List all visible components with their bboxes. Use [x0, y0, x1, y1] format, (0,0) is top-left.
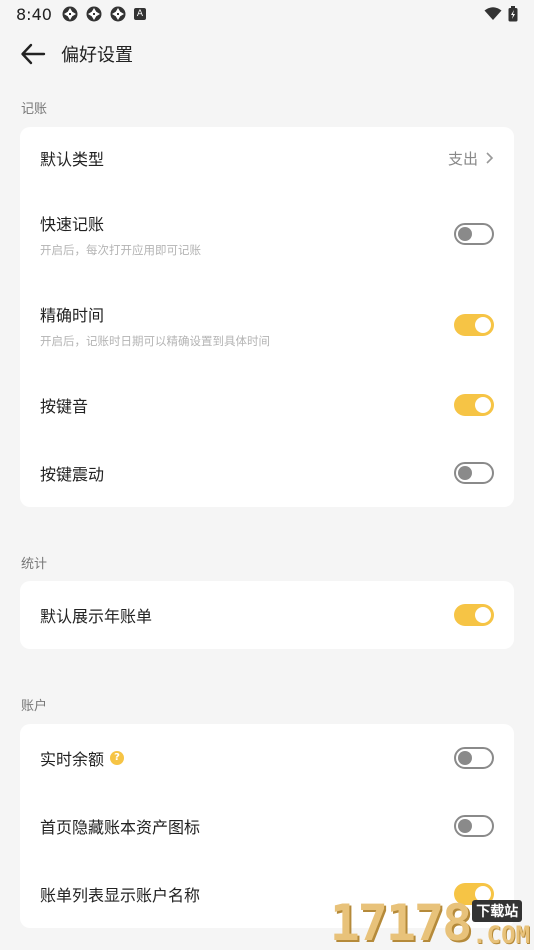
- status-bar: 8:40 A: [0, 0, 534, 28]
- row-title: 账单列表显示账户名称: [40, 886, 201, 905]
- row-title: 按键震动: [40, 465, 105, 484]
- wifi-icon: [484, 7, 502, 20]
- a-badge-icon: A: [133, 8, 146, 20]
- aperture-icon: [62, 6, 78, 22]
- toggle-realtime-balance[interactable]: [454, 747, 494, 769]
- page-title: 偏好设置: [61, 45, 133, 66]
- aperture-icon: [110, 6, 126, 22]
- toggle-key-vibration[interactable]: [454, 462, 494, 484]
- row-key-vibration: 按键震动: [20, 439, 514, 507]
- toggle-hide-asset-icon[interactable]: [454, 815, 494, 837]
- row-hide-asset-icon: 首页隐藏账本资产图标: [20, 792, 514, 860]
- row-key-sound: 按键音: [20, 371, 514, 439]
- card-bookkeeping: 默认类型 支出 快速记账 开启后，每次打开应用即可记账 精确时间 开启后，记账时…: [20, 127, 514, 507]
- arrow-left-icon: [21, 43, 46, 65]
- toggle-precise-time[interactable]: [454, 314, 494, 336]
- back-button[interactable]: [18, 39, 48, 69]
- section-label-statistics: 统计: [21, 557, 48, 572]
- toggle-default-annual-bill[interactable]: [454, 604, 494, 626]
- battery-icon: [508, 6, 518, 22]
- row-title: 默认展示年账单: [40, 607, 153, 626]
- row-default-type[interactable]: 默认类型 支出: [20, 127, 514, 189]
- row-title-wrap: 实时余额 ?: [40, 746, 125, 770]
- chevron-right-icon: [486, 152, 494, 164]
- row-precise-time: 精确时间 开启后，记账时日期可以精确设置到具体时间: [20, 279, 514, 371]
- toggle-key-sound[interactable]: [454, 394, 494, 416]
- status-time: 8:40: [16, 4, 52, 24]
- aperture-icon: [86, 6, 102, 22]
- row-title: 精确时间: [40, 305, 105, 325]
- row-title: 快速记账: [40, 214, 105, 234]
- card-statistics: 默认展示年账单: [20, 581, 514, 649]
- watermark-logo: 17178 下载站 .COM: [330, 898, 530, 948]
- section-label-accounts: 账户: [21, 699, 48, 714]
- row-title: 首页隐藏账本资产图标: [40, 818, 201, 837]
- toggle-quick-bookkeeping[interactable]: [454, 223, 494, 245]
- row-realtime-balance: 实时余额 ?: [20, 724, 514, 792]
- row-title: 实时余额: [40, 750, 105, 769]
- section-label-bookkeeping: 记账: [21, 102, 48, 117]
- row-value: 支出: [447, 149, 478, 168]
- row-title: 按键音: [40, 397, 89, 416]
- row-quick-bookkeeping: 快速记账 开启后，每次打开应用即可记账: [20, 189, 514, 279]
- row-subtitle: 开启后，每次打开应用即可记账: [40, 242, 201, 257]
- row-subtitle: 开启后，记账时日期可以精确设置到具体时间: [40, 333, 270, 348]
- status-notification-icons: A: [62, 6, 146, 22]
- watermark-tag: 下载站: [472, 900, 523, 922]
- watermark-domain: .COM: [472, 921, 530, 949]
- watermark-number: 17178: [329, 894, 473, 950]
- app-bar: 偏好设置: [0, 28, 534, 80]
- row-default-annual-bill: 默认展示年账单: [20, 581, 514, 649]
- status-system-icons: [484, 6, 518, 22]
- question-icon[interactable]: ?: [110, 751, 125, 765]
- row-title: 默认类型: [40, 150, 105, 169]
